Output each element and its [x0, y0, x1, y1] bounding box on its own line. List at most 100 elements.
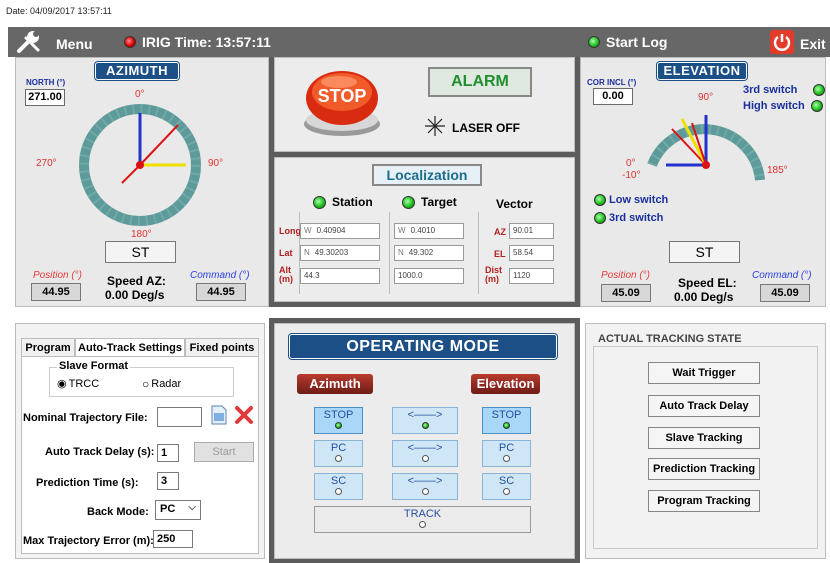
vector-az-value: 90.01: [513, 226, 534, 235]
target-alt-value: 1000.0: [398, 271, 423, 280]
radio-unchecked-icon: ○: [142, 377, 150, 391]
laser-status: LASER OFF: [424, 115, 520, 140]
chevron-down-icon: ⌵: [188, 502, 196, 513]
elevation-speed-label: Speed EL:: [678, 276, 737, 290]
target-alt-field[interactable]: 1000.0: [394, 268, 464, 284]
alarm-indicator: ALARM: [428, 67, 532, 97]
link-stop-led: [421, 422, 429, 429]
station-long-value: 0.40904: [316, 226, 346, 235]
nominal-file-input[interactable]: [157, 407, 202, 427]
station-long-field[interactable]: W 0.40904: [300, 223, 380, 239]
target-long-field[interactable]: W 0.4010: [394, 223, 464, 239]
vector-el-value: 58.54: [513, 248, 534, 257]
az-stop-button[interactable]: STOP: [314, 407, 363, 434]
state-program-tracking: Program Tracking: [648, 490, 760, 512]
station-header[interactable]: Station: [313, 195, 373, 209]
el-label: EL: [494, 249, 506, 259]
az-stop-label: STOP: [323, 409, 354, 421]
target-lat-field[interactable]: N 49.302: [394, 245, 464, 261]
cor-incl-label: COR INCL (°): [587, 78, 637, 87]
vector-az-field[interactable]: 90.01: [509, 223, 554, 239]
target-led: [402, 195, 415, 209]
el-stop-label: STOP: [491, 409, 522, 421]
switch-3rd-right-led: [813, 84, 826, 96]
el-stop-led: [503, 422, 510, 429]
prediction-time-input[interactable]: 3: [157, 472, 179, 490]
switch-3rd-right-label: 3rd switch: [743, 84, 798, 96]
start-button[interactable]: Start: [194, 442, 254, 462]
open-file-icon[interactable]: [209, 404, 229, 429]
track-led: [419, 521, 426, 528]
slave-format-label: Slave Format: [57, 360, 131, 372]
nominal-file-label: Nominal Trajectory File:: [23, 412, 148, 424]
target-long-value: 0.4010: [410, 226, 436, 235]
station-label: Station: [332, 195, 373, 209]
north-label: NORTH (°): [26, 78, 66, 87]
irig-time: IRIG Time: 13:57:11: [124, 34, 271, 50]
radio-radar[interactable]: ○ Radar: [142, 377, 181, 391]
auto-track-delay-input[interactable]: 1: [157, 444, 179, 462]
radio-trcc[interactable]: ◉ TRCC: [57, 377, 99, 391]
irig-time-label: IRIG Time: 13:57:11: [142, 34, 271, 50]
back-mode-value: PC: [160, 503, 176, 515]
start-log-button[interactable]: Start Log: [588, 34, 667, 50]
north-input[interactable]: 271.00: [25, 89, 65, 106]
laser-status-label: LASER OFF: [452, 120, 520, 135]
link-stop-button[interactable]: <——>: [392, 407, 458, 434]
az-sc-label: SC: [330, 475, 347, 487]
az-sc-led: [335, 488, 342, 495]
tab-auto-track-settings[interactable]: Auto-Track Settings: [75, 338, 185, 357]
station-lat-value: 49.30203: [314, 248, 349, 257]
el-sc-button[interactable]: SC: [482, 473, 531, 500]
elevation-tick-neg10: -10°: [622, 170, 641, 181]
station-alt-value: 44.3: [304, 271, 320, 280]
link-sc-button[interactable]: <——>: [392, 473, 458, 500]
vector-dist-field[interactable]: 1120: [509, 268, 554, 284]
el-stop-button[interactable]: STOP: [482, 407, 531, 434]
wrench-icon: [16, 30, 44, 57]
switch-high-label: High switch: [743, 100, 805, 112]
stop-button[interactable]: STOP: [301, 68, 383, 138]
track-button[interactable]: TRACK: [314, 506, 531, 533]
state-prediction-tracking: Prediction Tracking: [648, 458, 760, 480]
el-pc-label: PC: [498, 442, 515, 454]
switch-low-led: [594, 194, 606, 206]
target-header[interactable]: Target: [402, 195, 457, 209]
cor-incl-input[interactable]: 0.00: [593, 88, 633, 105]
switch-3rd-left-label: 3rd switch: [609, 212, 664, 224]
link-pc-label: <——>: [407, 442, 443, 454]
lat-label: Lat: [279, 248, 293, 258]
az-sc-button[interactable]: SC: [314, 473, 363, 500]
azimuth-tick-270: 270°: [36, 158, 57, 169]
irig-status-led: [124, 36, 136, 48]
az-pc-button[interactable]: PC: [314, 440, 363, 467]
switch-high: High switch: [743, 100, 823, 112]
azimuth-command-label: Command (°): [190, 270, 250, 281]
exit-label: Exit: [800, 35, 826, 52]
station-alt-field[interactable]: 44.3: [300, 268, 380, 284]
tab-fixed-points[interactable]: Fixed points: [185, 338, 259, 357]
stop-button-label: STOP: [317, 86, 367, 106]
switch-low-label: Low switch: [609, 194, 669, 206]
max-error-input[interactable]: 250: [153, 530, 193, 548]
el-pc-button[interactable]: PC: [482, 440, 531, 467]
operating-mode-title: OPERATING MODE: [289, 334, 557, 359]
op-elevation-label: Elevation: [471, 374, 540, 394]
link-pc-button[interactable]: <——>: [392, 440, 458, 467]
delete-icon[interactable]: [234, 405, 254, 428]
long-label: Long: [279, 226, 301, 236]
azimuth-position-value: 44.95: [31, 283, 81, 301]
power-icon: [770, 30, 794, 57]
elevation-position-label: Position (°): [601, 270, 651, 281]
switch-3rd-right: 3rd switch: [743, 84, 826, 96]
tab-program[interactable]: Program: [21, 338, 75, 357]
exit-button[interactable]: Exit: [770, 30, 826, 57]
vector-el-field[interactable]: 58.54: [509, 245, 554, 261]
back-mode-select[interactable]: PC ⌵: [155, 500, 201, 520]
elevation-command-value: 45.09: [760, 284, 810, 302]
station-lat-field[interactable]: N 49.30203: [300, 245, 380, 261]
laser-icon: [424, 115, 446, 140]
menu-button[interactable]: Menu: [16, 30, 93, 57]
elevation-mode-box: ST: [669, 241, 740, 263]
state-wait-trigger: Wait Trigger: [648, 362, 760, 384]
